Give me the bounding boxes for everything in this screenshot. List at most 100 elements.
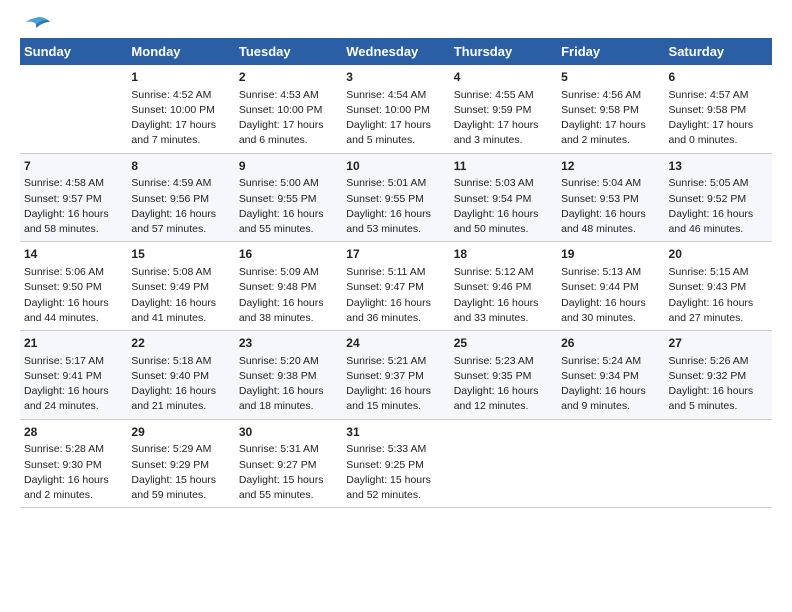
day-content: Sunrise: 5:17 AM Sunset: 9:41 PM Dayligh… (24, 354, 123, 415)
day-number: 3 (346, 69, 445, 86)
day-number: 17 (346, 246, 445, 263)
day-content: Sunrise: 5:08 AM Sunset: 9:49 PM Dayligh… (131, 265, 230, 326)
day-content: Sunrise: 4:54 AM Sunset: 10:00 PM Daylig… (346, 88, 445, 149)
calendar-cell: 15 Sunrise: 5:08 AM Sunset: 9:49 PM Dayli… (127, 242, 234, 331)
calendar-cell (20, 65, 127, 153)
calendar-cell: 25Sunrise: 5:23 AM Sunset: 9:35 PM Dayli… (450, 331, 557, 420)
calendar-cell: 21 Sunrise: 5:17 AM Sunset: 9:41 PM Dayli… (20, 331, 127, 420)
calendar-cell: 4 Sunrise: 4:55 AM Sunset: 9:59 PM Daylig… (450, 65, 557, 153)
calendar-cell: 23Sunrise: 5:20 AM Sunset: 9:38 PM Dayli… (235, 331, 342, 420)
calendar-cell: 11Sunrise: 5:03 AM Sunset: 9:54 PM Dayli… (450, 153, 557, 242)
day-content: Sunrise: 5:09 AM Sunset: 9:48 PM Dayligh… (239, 265, 338, 326)
day-content: Sunrise: 5:01 AM Sunset: 9:55 PM Dayligh… (346, 176, 445, 237)
day-number: 31 (346, 424, 445, 441)
day-content: Sunrise: 5:20 AM Sunset: 9:38 PM Dayligh… (239, 354, 338, 415)
calendar-cell: 6 Sunrise: 4:57 AM Sunset: 9:58 PM Daylig… (665, 65, 772, 153)
week-row-3: 14 Sunrise: 5:06 AM Sunset: 9:50 PM Dayli… (20, 242, 772, 331)
calendar-cell: 29Sunrise: 5:29 AM Sunset: 9:29 PM Dayli… (127, 419, 234, 508)
day-number: 22 (131, 335, 230, 352)
day-content: Sunrise: 5:00 AM Sunset: 9:55 PM Dayligh… (239, 176, 338, 237)
day-content: Sunrise: 4:53 AM Sunset: 10:00 PM Daylig… (239, 88, 338, 149)
calendar-cell: 24 Sunrise: 5:21 AM Sunset: 9:37 PM Dayli… (342, 331, 449, 420)
calendar-cell: 8Sunrise: 4:59 AM Sunset: 9:56 PM Daylig… (127, 153, 234, 242)
day-number: 13 (669, 158, 768, 175)
calendar-cell: 2 Sunrise: 4:53 AM Sunset: 10:00 PM Dayli… (235, 65, 342, 153)
week-row-1: 1Sunrise: 4:52 AM Sunset: 10:00 PM Dayli… (20, 65, 772, 153)
day-content: Sunrise: 5:03 AM Sunset: 9:54 PM Dayligh… (454, 176, 553, 237)
calendar-cell: 14 Sunrise: 5:06 AM Sunset: 9:50 PM Dayli… (20, 242, 127, 331)
day-content: Sunrise: 5:18 AM Sunset: 9:40 PM Dayligh… (131, 354, 230, 415)
day-content: Sunrise: 5:11 AM Sunset: 9:47 PM Dayligh… (346, 265, 445, 326)
day-content: Sunrise: 4:57 AM Sunset: 9:58 PM Dayligh… (669, 88, 768, 149)
day-number: 6 (669, 69, 768, 86)
day-content: Sunrise: 4:55 AM Sunset: 9:59 PM Dayligh… (454, 88, 553, 149)
day-number: 27 (669, 335, 768, 352)
day-number: 25 (454, 335, 553, 352)
calendar-cell: 3 Sunrise: 4:54 AM Sunset: 10:00 PM Dayli… (342, 65, 449, 153)
day-number: 24 (346, 335, 445, 352)
calendar-cell: 30Sunrise: 5:31 AM Sunset: 9:27 PM Dayli… (235, 419, 342, 508)
day-content: Sunrise: 5:13 AM Sunset: 9:44 PM Dayligh… (561, 265, 660, 326)
day-content: Sunrise: 5:06 AM Sunset: 9:50 PM Dayligh… (24, 265, 123, 326)
day-number: 18 (454, 246, 553, 263)
day-number: 11 (454, 158, 553, 175)
day-number: 19 (561, 246, 660, 263)
day-number: 28 (24, 424, 123, 441)
calendar-table: SundayMondayTuesdayWednesdayThursdayFrid… (20, 38, 772, 508)
day-number: 21 (24, 335, 123, 352)
day-number: 2 (239, 69, 338, 86)
day-content: Sunrise: 5:26 AM Sunset: 9:32 PM Dayligh… (669, 354, 768, 415)
header-friday: Friday (557, 38, 664, 65)
calendar-cell: 9Sunrise: 5:00 AM Sunset: 9:55 PM Daylig… (235, 153, 342, 242)
calendar-cell (450, 419, 557, 508)
header-sunday: Sunday (20, 38, 127, 65)
day-number: 26 (561, 335, 660, 352)
logo (20, 16, 50, 30)
day-content: Sunrise: 5:05 AM Sunset: 9:52 PM Dayligh… (669, 176, 768, 237)
day-number: 15 (131, 246, 230, 263)
calendar-cell: 7Sunrise: 4:58 AM Sunset: 9:57 PM Daylig… (20, 153, 127, 242)
day-content: Sunrise: 5:33 AM Sunset: 9:25 PM Dayligh… (346, 442, 445, 503)
calendar-cell: 13Sunrise: 5:05 AM Sunset: 9:52 PM Dayli… (665, 153, 772, 242)
header-saturday: Saturday (665, 38, 772, 65)
calendar-cell: 10Sunrise: 5:01 AM Sunset: 9:55 PM Dayli… (342, 153, 449, 242)
day-number: 8 (131, 158, 230, 175)
week-row-2: 7Sunrise: 4:58 AM Sunset: 9:57 PM Daylig… (20, 153, 772, 242)
calendar-cell: 19 Sunrise: 5:13 AM Sunset: 9:44 PM Dayli… (557, 242, 664, 331)
day-content: Sunrise: 5:12 AM Sunset: 9:46 PM Dayligh… (454, 265, 553, 326)
day-number: 14 (24, 246, 123, 263)
calendar-cell: 16Sunrise: 5:09 AM Sunset: 9:48 PM Dayli… (235, 242, 342, 331)
calendar-cell (557, 419, 664, 508)
day-content: Sunrise: 4:59 AM Sunset: 9:56 PM Dayligh… (131, 176, 230, 237)
day-number: 4 (454, 69, 553, 86)
day-number: 20 (669, 246, 768, 263)
day-content: Sunrise: 4:52 AM Sunset: 10:00 PM Daylig… (131, 88, 230, 149)
calendar-cell: 28Sunrise: 5:28 AM Sunset: 9:30 PM Dayli… (20, 419, 127, 508)
day-content: Sunrise: 5:21 AM Sunset: 9:37 PM Dayligh… (346, 354, 445, 415)
calendar-cell: 12Sunrise: 5:04 AM Sunset: 9:53 PM Dayli… (557, 153, 664, 242)
day-number: 9 (239, 158, 338, 175)
week-row-5: 28Sunrise: 5:28 AM Sunset: 9:30 PM Dayli… (20, 419, 772, 508)
header-thursday: Thursday (450, 38, 557, 65)
day-content: Sunrise: 5:15 AM Sunset: 9:43 PM Dayligh… (669, 265, 768, 326)
calendar-cell: 1Sunrise: 4:52 AM Sunset: 10:00 PM Dayli… (127, 65, 234, 153)
day-content: Sunrise: 5:29 AM Sunset: 9:29 PM Dayligh… (131, 442, 230, 503)
day-number: 29 (131, 424, 230, 441)
calendar-cell: 22 Sunrise: 5:18 AM Sunset: 9:40 PM Dayli… (127, 331, 234, 420)
calendar-cell: 17 Sunrise: 5:11 AM Sunset: 9:47 PM Dayli… (342, 242, 449, 331)
week-row-4: 21 Sunrise: 5:17 AM Sunset: 9:41 PM Dayli… (20, 331, 772, 420)
calendar-header-row: SundayMondayTuesdayWednesdayThursdayFrid… (20, 38, 772, 65)
day-number: 12 (561, 158, 660, 175)
day-content: Sunrise: 4:58 AM Sunset: 9:57 PM Dayligh… (24, 176, 123, 237)
day-number: 5 (561, 69, 660, 86)
logo-bird-icon (22, 16, 50, 34)
calendar-cell: 5Sunrise: 4:56 AM Sunset: 9:58 PM Daylig… (557, 65, 664, 153)
calendar-cell: 26Sunrise: 5:24 AM Sunset: 9:34 PM Dayli… (557, 331, 664, 420)
calendar-cell: 20 Sunrise: 5:15 AM Sunset: 9:43 PM Dayli… (665, 242, 772, 331)
page-header (20, 16, 772, 30)
day-content: Sunrise: 5:04 AM Sunset: 9:53 PM Dayligh… (561, 176, 660, 237)
calendar-cell (665, 419, 772, 508)
header-tuesday: Tuesday (235, 38, 342, 65)
day-number: 7 (24, 158, 123, 175)
calendar-cell: 27 Sunrise: 5:26 AM Sunset: 9:32 PM Dayli… (665, 331, 772, 420)
